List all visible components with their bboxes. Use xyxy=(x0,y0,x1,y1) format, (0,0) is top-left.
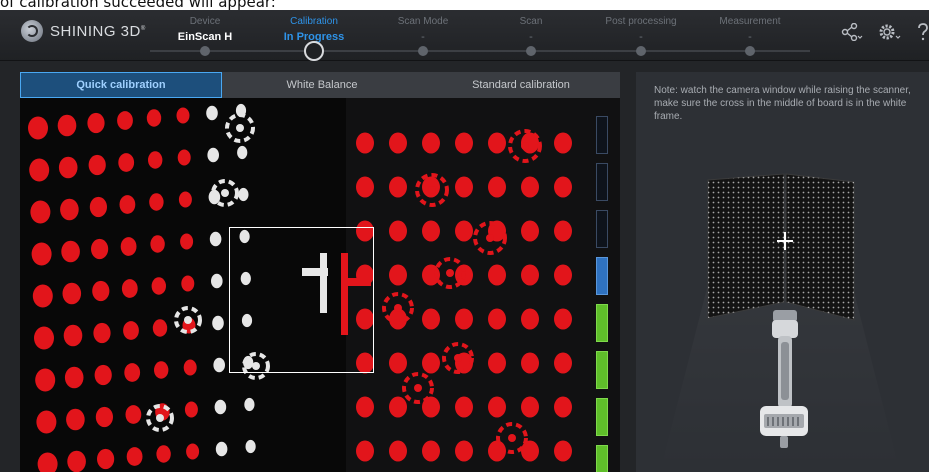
step-calibration[interactable]: Calibration In Progress xyxy=(254,16,374,43)
progress-track xyxy=(150,50,810,52)
progress-dot-calibration xyxy=(304,41,324,61)
step-label: Calibration xyxy=(290,16,338,27)
distance-bar-empty xyxy=(596,210,608,248)
step-label: Scan xyxy=(519,16,543,27)
einscan-app-window: SHINING 3D® Device EinScan H Calibration… xyxy=(0,10,929,472)
distance-bar-empty xyxy=(596,163,608,201)
progress-dot-post-processing xyxy=(636,46,646,56)
step-value: - xyxy=(421,31,425,43)
settings-icon[interactable] xyxy=(877,22,903,48)
step-label: Scan Mode xyxy=(397,16,449,27)
calibration-tabs: Quick calibration White Balance Standard… xyxy=(20,72,620,98)
step-value: - xyxy=(639,31,643,43)
distance-bar-green xyxy=(596,445,608,472)
shining3d-logo-icon xyxy=(21,20,43,42)
alignment-white-frame xyxy=(229,227,374,373)
step-label: Post processing xyxy=(605,16,677,27)
distance-bar-green xyxy=(596,304,608,342)
step-label: Measurement xyxy=(719,16,781,27)
distance-bar-empty xyxy=(596,116,608,154)
progress-dot-device xyxy=(200,46,210,56)
tab-white-balance[interactable]: White Balance xyxy=(222,72,422,98)
distance-bar-green xyxy=(596,398,608,436)
distance-indicator xyxy=(596,116,610,472)
progress-dot-measurement xyxy=(745,46,755,56)
step-scan-mode[interactable]: Scan Mode - xyxy=(363,16,483,43)
step-label: Device xyxy=(189,16,221,27)
step-scan[interactable]: Scan - xyxy=(471,16,591,43)
progress-dot-scan xyxy=(526,46,536,56)
top-bar: SHINING 3D® Device EinScan H Calibration… xyxy=(0,10,929,61)
step-measurement[interactable]: Measurement - xyxy=(690,16,810,43)
instruction-panel: Note: watch the camera window while rais… xyxy=(636,72,929,472)
distance-bar-blue xyxy=(596,257,608,295)
brand-logo: SHINING 3D® xyxy=(21,20,146,42)
instruction-note: Note: watch the camera window while rais… xyxy=(654,85,911,122)
brand-name: SHINING 3D® xyxy=(50,22,146,40)
camera-view xyxy=(20,98,620,472)
progress-dot-scan-mode xyxy=(418,46,428,56)
toolbar-icons xyxy=(841,22,929,48)
distance-bar-green xyxy=(596,351,608,389)
step-value: - xyxy=(529,31,533,43)
tab-standard-calibration[interactable]: Standard calibration xyxy=(422,72,620,98)
help-icon[interactable] xyxy=(917,22,929,48)
step-device[interactable]: Device EinScan H xyxy=(145,16,265,43)
step-value: - xyxy=(748,31,752,43)
scanner-board-illustration xyxy=(707,173,855,448)
step-post-processing[interactable]: Post processing - xyxy=(581,16,701,43)
step-value: EinScan H xyxy=(177,31,233,43)
tab-quick-calibration[interactable]: Quick calibration xyxy=(20,72,222,98)
share-icon[interactable] xyxy=(841,22,863,47)
